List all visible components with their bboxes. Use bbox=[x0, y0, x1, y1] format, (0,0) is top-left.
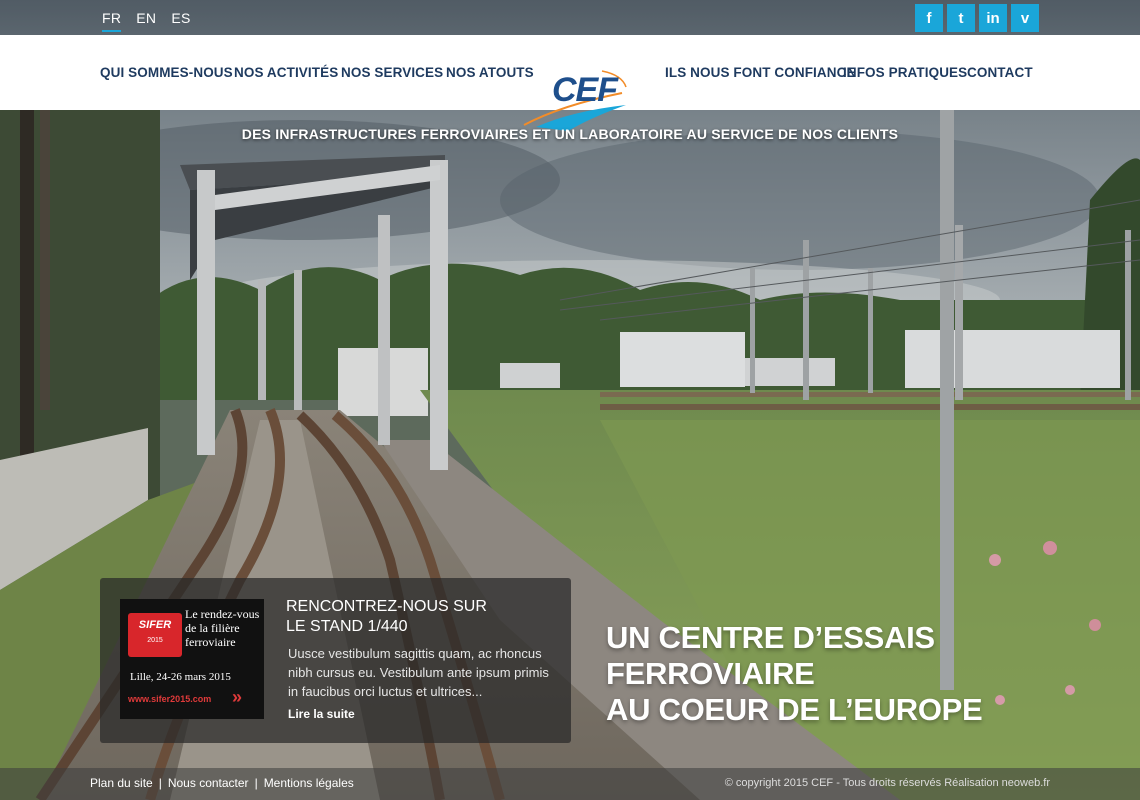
nav-nos-atouts[interactable]: NOS ATOUTS bbox=[446, 65, 534, 80]
nav-ils-nous-font-confiance[interactable]: ILS NOUS FONT CONFIANCE bbox=[665, 65, 856, 80]
sifer-logo-year: 2015 bbox=[147, 637, 163, 644]
promo-url: www.sifer2015.com bbox=[128, 694, 212, 704]
chevron-right-icon: » bbox=[232, 687, 243, 707]
footer-separator: | bbox=[254, 776, 258, 790]
facebook-icon[interactable]: f bbox=[915, 4, 943, 32]
footer-separator: | bbox=[158, 776, 162, 790]
read-more-link[interactable]: Lire la suite bbox=[288, 707, 355, 721]
nav-qui-sommes-nous[interactable]: QUI SOMMES-NOUS bbox=[100, 65, 233, 80]
linkedin-icon[interactable]: in bbox=[979, 4, 1007, 32]
language-switcher: FR EN ES bbox=[102, 10, 191, 32]
nav-contact[interactable]: CONTACT bbox=[967, 65, 1033, 80]
footer-bar: Plan du site | Nous contacter | Mentions lég… bbox=[0, 768, 1140, 800]
cef-logo[interactable]: CEF bbox=[522, 65, 632, 131]
social-links: f t in v bbox=[915, 4, 1039, 32]
main-navigation: QUI SOMMES-NOUS NOS ACTIVITÉS NOS SERVIC… bbox=[0, 35, 1140, 131]
footer-link-nous-contacter[interactable]: Nous contacter bbox=[168, 776, 249, 790]
sifer-promo-banner[interactable]: SIFER 2015 Le rendez-vous de la filière … bbox=[120, 599, 264, 719]
news-title: RENCONTREZ-NOUS SUR LE STAND 1/440 bbox=[286, 597, 546, 637]
top-utility-bar: FR EN ES f t in v bbox=[0, 0, 1140, 35]
hero-tagline: DES INFRASTRUCTURES FERROVIAIRES ET UN L… bbox=[241, 126, 899, 142]
nav-nos-activites[interactable]: NOS ACTIVITÉS bbox=[234, 65, 338, 80]
promo-title: Le rendez-vous de la filière ferroviaire bbox=[185, 607, 260, 649]
news-title-line1: RENCONTREZ-NOUS SUR bbox=[286, 598, 487, 615]
news-panel: SIFER 2015 Le rendez-vous de la filière … bbox=[100, 578, 571, 743]
nav-infos-pratiques[interactable]: INFOS PRATIQUES bbox=[843, 65, 967, 80]
twitter-icon[interactable]: t bbox=[947, 4, 975, 32]
nav-nos-services[interactable]: NOS SERVICES bbox=[341, 65, 443, 80]
language-en[interactable]: EN bbox=[136, 10, 156, 32]
sifer-logo-text: SIFER bbox=[138, 619, 172, 631]
hero-headline-line2: AU COEUR DE L’EUROPE bbox=[606, 692, 983, 727]
footer-link-mentions-legales[interactable]: Mentions légales bbox=[264, 776, 354, 790]
hero-headline: UN CENTRE D’ESSAIS FERROVIAIRE AU COEUR … bbox=[606, 620, 1140, 728]
language-fr[interactable]: FR bbox=[102, 10, 122, 32]
logo-text: CEF bbox=[552, 71, 618, 109]
footer-copyright: © copyright 2015 CEF - Tous droits réser… bbox=[724, 777, 1050, 789]
footer-links: Plan du site | Nous contacter | Mentions lég… bbox=[90, 776, 354, 790]
viadeo-icon[interactable]: v bbox=[1011, 4, 1039, 32]
sifer-logo: SIFER 2015 bbox=[128, 613, 182, 657]
hero-headline-line1: UN CENTRE D’ESSAIS FERROVIAIRE bbox=[606, 620, 935, 691]
news-title-line2: LE STAND 1/440 bbox=[286, 618, 408, 635]
promo-date: Lille, 24-26 mars 2015 bbox=[130, 671, 231, 683]
footer-link-plan-du-site[interactable]: Plan du site bbox=[90, 776, 153, 790]
news-excerpt: Uusce vestibulum sagittis quam, ac rhonc… bbox=[288, 646, 549, 699]
language-es[interactable]: ES bbox=[171, 10, 190, 32]
